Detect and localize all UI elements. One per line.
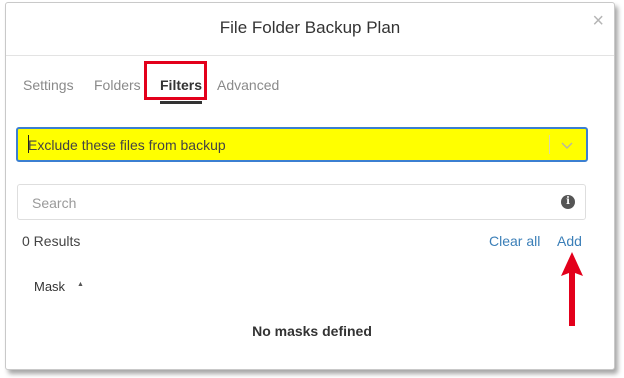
active-tab-indicator — [160, 101, 203, 104]
select-separator — [549, 135, 550, 154]
sort-ascending-icon: ▲ — [77, 281, 84, 288]
empty-message: No masks defined — [252, 323, 372, 339]
tab-advanced[interactable]: Advanced — [217, 77, 279, 93]
mask-column-header[interactable]: Mask — [34, 279, 65, 294]
add-link[interactable]: Add — [557, 233, 582, 249]
dialog-header: File Folder Backup Plan × — [6, 3, 614, 56]
filter-mode-select[interactable]: Exclude these files from backup — [16, 127, 588, 162]
results-count: 0 Results — [22, 233, 81, 249]
chevron-down-icon[interactable] — [558, 136, 576, 154]
dialog-title: File Folder Backup Plan — [219, 18, 401, 37]
tab-folders[interactable]: Folders — [94, 77, 141, 93]
search-input[interactable] — [30, 185, 534, 221]
red-arrow-annotation — [561, 252, 583, 326]
info-icon[interactable]: i — [561, 195, 575, 209]
close-icon[interactable]: × — [592, 11, 604, 31]
search-box: i — [17, 184, 586, 221]
filter-mode-value: Exclude these files from backup — [28, 137, 226, 153]
clear-all-link[interactable]: Clear all — [489, 233, 540, 249]
tab-settings[interactable]: Settings — [23, 77, 74, 93]
filters-tab-highlight-box — [144, 61, 207, 100]
